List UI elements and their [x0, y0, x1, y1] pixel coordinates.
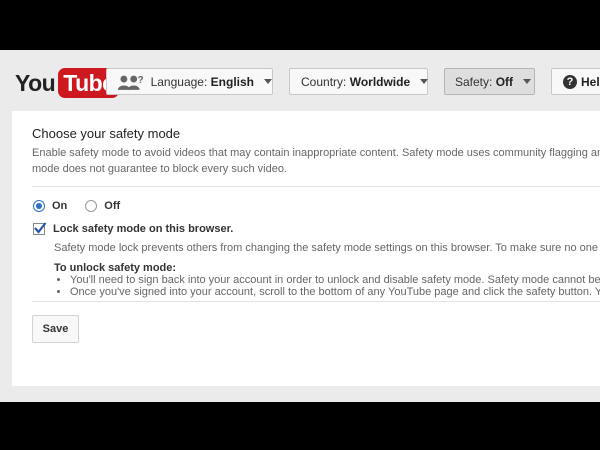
youtube-settings-window: You Tube ? Language: English Country: Wo…: [0, 50, 600, 402]
safety-label: Safety:: [455, 74, 493, 89]
section-description: Enable safety mode to avoid videos that …: [32, 145, 600, 177]
help-button[interactable]: ? Help: [551, 68, 600, 95]
lock-description: Safety mode lock prevents others from ch…: [54, 242, 600, 254]
lock-safety-mode-checkbox[interactable]: [33, 222, 47, 235]
youtube-logo[interactable]: You Tube: [15, 68, 120, 98]
country-label: Country:: [301, 74, 347, 89]
language-label: Language:: [150, 74, 208, 89]
logo-you-text: You: [15, 69, 56, 96]
section-title: Choose your safety mode: [32, 126, 181, 141]
radio-on-label[interactable]: On: [52, 200, 67, 212]
radio-off-label[interactable]: Off: [104, 200, 120, 212]
unlock-heading: To unlock safety mode:: [54, 262, 177, 274]
divider: [32, 301, 600, 302]
list-item: Once you've signed into your account, sc…: [70, 286, 600, 298]
country-value: Worldwide: [349, 74, 411, 89]
chevron-down-icon: [420, 79, 429, 84]
help-icon: ?: [563, 74, 577, 89]
list-item: You'll need to sign back into your accou…: [70, 274, 600, 286]
safety-mode-radio-group: On Off: [33, 200, 120, 212]
unlock-steps-list: You'll need to sign back into your accou…: [54, 274, 600, 298]
language-dropdown[interactable]: ? Language: English: [106, 68, 273, 95]
help-label: Help: [581, 74, 600, 89]
chevron-down-icon: [523, 79, 532, 84]
divider: [32, 186, 600, 187]
language-value: English: [210, 74, 254, 89]
save-button[interactable]: Save: [32, 315, 79, 343]
radio-off[interactable]: [85, 200, 98, 212]
lock-safety-mode-label[interactable]: Lock safety mode on this browser.: [53, 223, 233, 235]
description-line-2: mode does not guarantee to block every s…: [32, 163, 287, 175]
radio-on[interactable]: [33, 200, 45, 212]
people-icon: ?: [117, 74, 143, 90]
chevron-down-icon: [264, 79, 272, 84]
checkmark-icon: [34, 222, 47, 234]
safety-dropdown[interactable]: Safety: Off: [444, 68, 535, 95]
safety-value: Off: [495, 74, 514, 89]
country-dropdown[interactable]: Country: Worldwide: [289, 68, 429, 95]
description-line-1: Enable safety mode to avoid videos that …: [32, 147, 600, 159]
safety-mode-panel: Choose your safety mode Enable safety mo…: [12, 111, 600, 386]
svg-text:?: ?: [138, 74, 143, 85]
top-bar: You Tube ? Language: English Country: Wo…: [0, 50, 600, 111]
lock-safety-mode-row: Lock safety mode on this browser.: [33, 222, 233, 235]
